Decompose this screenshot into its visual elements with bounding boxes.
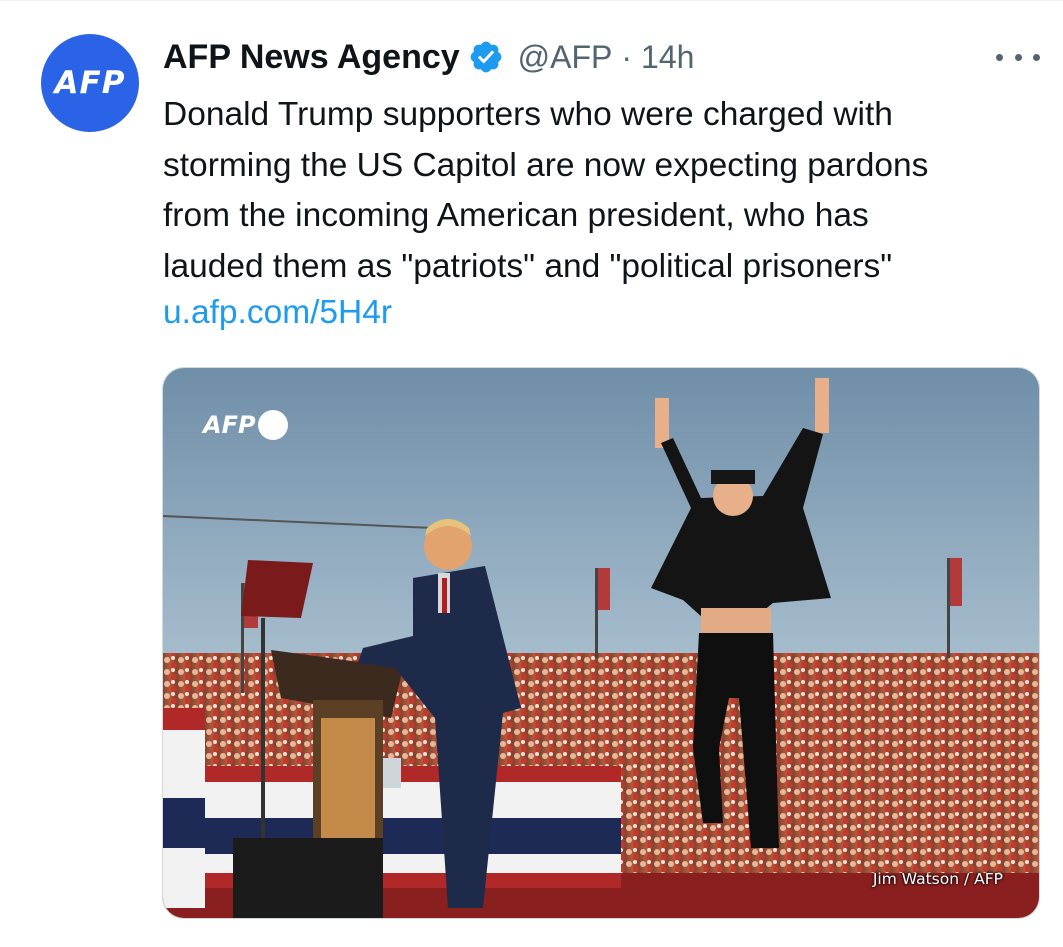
tweet-timestamp[interactable]: 14h (641, 39, 694, 76)
photo-scene (163, 368, 1039, 918)
tweet-text-line: storming the US Capitol are now expectin… (163, 146, 929, 184)
photo-credit: Jim Watson / AFP (872, 870, 1003, 888)
author-handle[interactable]: @AFP (518, 39, 613, 76)
tweet-text: Donald Trump supporters who were charged… (163, 90, 1043, 292)
tweet-photo[interactable]: AFP Jim Watson / AFP (162, 367, 1040, 919)
tweet-link[interactable]: u.afp.com/5H4r (163, 290, 392, 336)
more-dot (1014, 53, 1022, 61)
avatar-logo-text: AFP (54, 65, 126, 101)
author-name[interactable]: AFP News Agency (163, 38, 460, 77)
tweet-text-line: Donald Trump supporters who were charged… (163, 96, 893, 133)
afp-watermark-text: AFP (203, 411, 256, 439)
more-dot (996, 53, 1003, 61)
tweet-text-line: from the incoming American president, wh… (163, 197, 869, 234)
afp-watermark-dot (257, 410, 288, 440)
top-divider (0, 0, 1063, 1)
avatar[interactable]: AFP (41, 34, 139, 132)
separator-dot: · (621, 38, 633, 75)
tweet-header: AFP News Agency @AFP · 14h (163, 34, 694, 80)
more-options-icon[interactable] (996, 42, 1040, 72)
verified-badge-icon[interactable] (468, 39, 504, 75)
more-dot (1033, 53, 1040, 61)
tweet-text-line: lauded them as "patriots" and "political… (163, 247, 893, 285)
afp-watermark: AFP (203, 410, 288, 440)
